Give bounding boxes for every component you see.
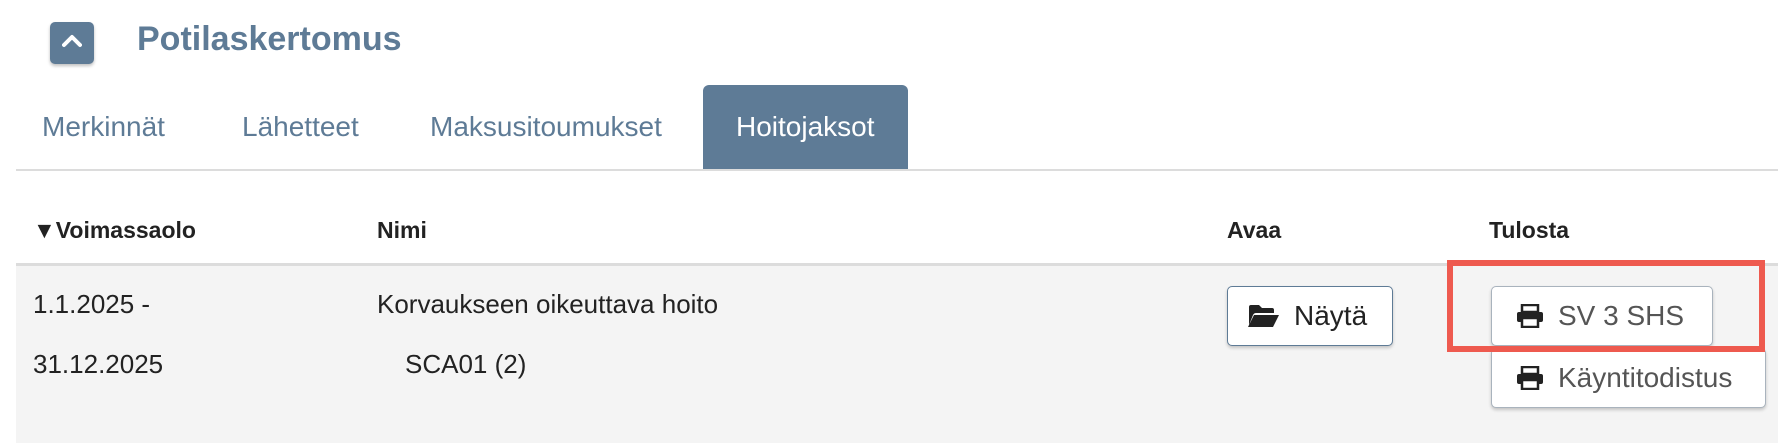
table-row: 1.1.2025 - 31.12.2025 Korvaukseen oikeut… xyxy=(16,263,1778,443)
validity-start: 1.1.2025 - xyxy=(33,289,151,319)
tab-bar: Merkinnät Lähetteet Maksusitoumukset Hoi… xyxy=(16,85,1778,171)
show-button-label: Näytä xyxy=(1294,300,1368,331)
tab-merkinnat[interactable]: Merkinnät xyxy=(42,85,165,169)
column-header-open: Avaa xyxy=(1227,217,1282,243)
print-visit-certificate-label: Käyntitodistus xyxy=(1558,362,1733,393)
episode-code: SCA01 (2) xyxy=(405,349,527,379)
print-sv3-shs-label: SV 3 SHS xyxy=(1558,300,1685,331)
tab-hoitojaksot[interactable]: Hoitojaksot xyxy=(703,85,908,169)
validity-end: 31.12.2025 xyxy=(33,349,164,379)
printer-icon xyxy=(1516,304,1544,328)
collapse-button[interactable] xyxy=(50,22,94,64)
column-header-validity[interactable]: ▼Voimassaolo xyxy=(33,217,196,244)
tab-maksusitoumukset[interactable]: Maksusitoumukset xyxy=(430,85,662,169)
show-button[interactable]: Näytä xyxy=(1227,286,1393,346)
sort-desc-icon: ▼ xyxy=(33,217,56,243)
episode-name: Korvaukseen oikeuttava hoito xyxy=(377,289,719,319)
column-header-print: Tulosta xyxy=(1489,217,1570,243)
chevron-up-icon xyxy=(62,34,82,53)
print-sv3-shs-button[interactable]: SV 3 SHS xyxy=(1491,286,1713,346)
print-visit-certificate-button[interactable]: Käyntitodistus xyxy=(1491,348,1766,408)
printer-icon xyxy=(1516,366,1544,390)
page-title: Potilaskertomus xyxy=(137,20,402,58)
column-header-validity-label: Voimassaolo xyxy=(55,217,196,243)
folder-open-icon xyxy=(1248,304,1280,328)
column-header-name[interactable]: Nimi xyxy=(377,217,427,244)
tab-lahetteet[interactable]: Lähetteet xyxy=(242,85,359,169)
